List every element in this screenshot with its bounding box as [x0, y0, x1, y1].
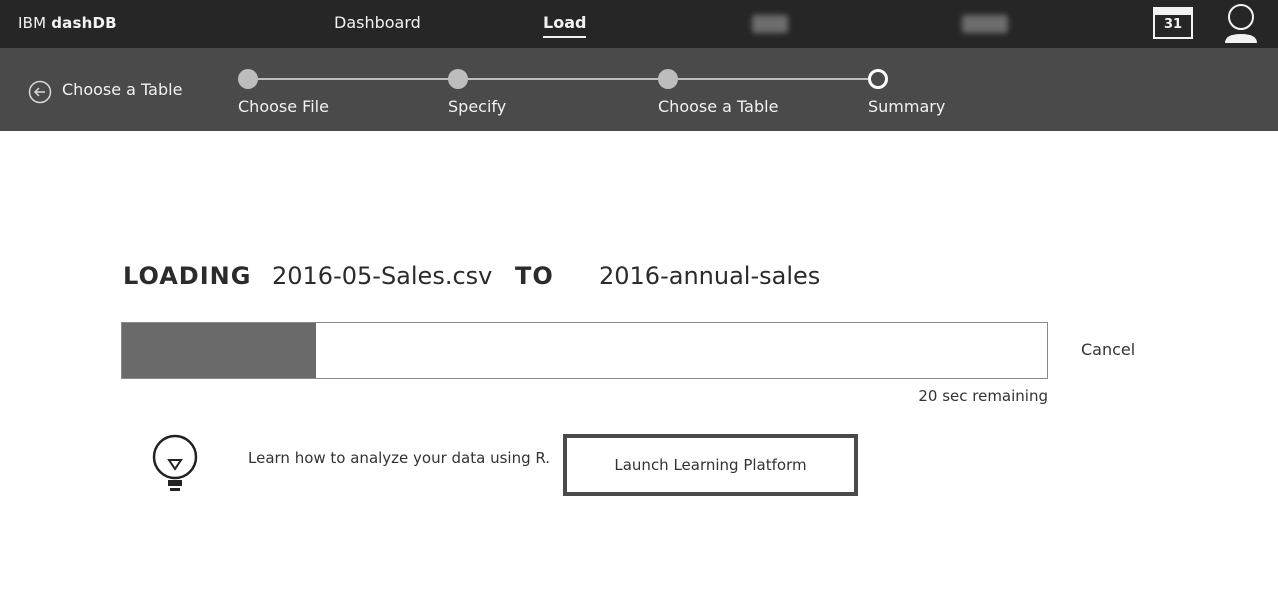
wizard-header: Choose a Table Choose File Specify Choos… [0, 48, 1278, 131]
to-keyword: TO [515, 262, 554, 290]
nav-link-redacted-2[interactable] [962, 15, 1008, 33]
step-dot-summary [868, 69, 888, 89]
nav-link-redacted-1[interactable] [752, 15, 788, 33]
step-connector [248, 78, 878, 80]
time-remaining: 20 sec remaining [918, 387, 1048, 405]
cancel-button[interactable]: Cancel [1081, 340, 1135, 359]
user-icon[interactable] [1222, 3, 1260, 45]
step-dot-choose-file[interactable] [238, 69, 258, 89]
loading-keyword: LOADING [123, 262, 252, 290]
lightbulb-icon [152, 434, 198, 491]
step-dot-specify[interactable] [448, 69, 468, 89]
nav-link-load[interactable]: Load [543, 13, 587, 38]
top-nav: IBM dashDB Dashboard Load 31 [0, 0, 1278, 48]
brand-logo[interactable]: IBM dashDB [18, 14, 117, 32]
back-label[interactable]: Choose a Table [62, 80, 182, 99]
calendar-icon[interactable]: 31 [1153, 7, 1193, 39]
target-table-name: 2016-annual-sales [599, 262, 821, 290]
tip-text: Learn how to analyze your data using R. [248, 449, 551, 467]
back-arrow-icon[interactable] [28, 80, 52, 104]
brand-name: dashDB [51, 14, 117, 32]
step-label-choose-file[interactable]: Choose File [238, 97, 329, 116]
launch-learning-platform-button[interactable]: Launch Learning Platform [563, 434, 858, 496]
step-dot-choose-table[interactable] [658, 69, 678, 89]
step-label-specify[interactable]: Specify [448, 97, 506, 116]
nav-link-dashboard[interactable]: Dashboard [334, 13, 421, 32]
brand-prefix: IBM [18, 14, 47, 32]
progress-fill [122, 323, 317, 378]
calendar-day: 31 [1163, 17, 1183, 32]
source-file-name: 2016-05-Sales.csv [272, 262, 493, 290]
load-progress-bar [121, 322, 1048, 379]
step-label-choose-table[interactable]: Choose a Table [658, 97, 778, 116]
step-label-summary: Summary [868, 97, 946, 116]
